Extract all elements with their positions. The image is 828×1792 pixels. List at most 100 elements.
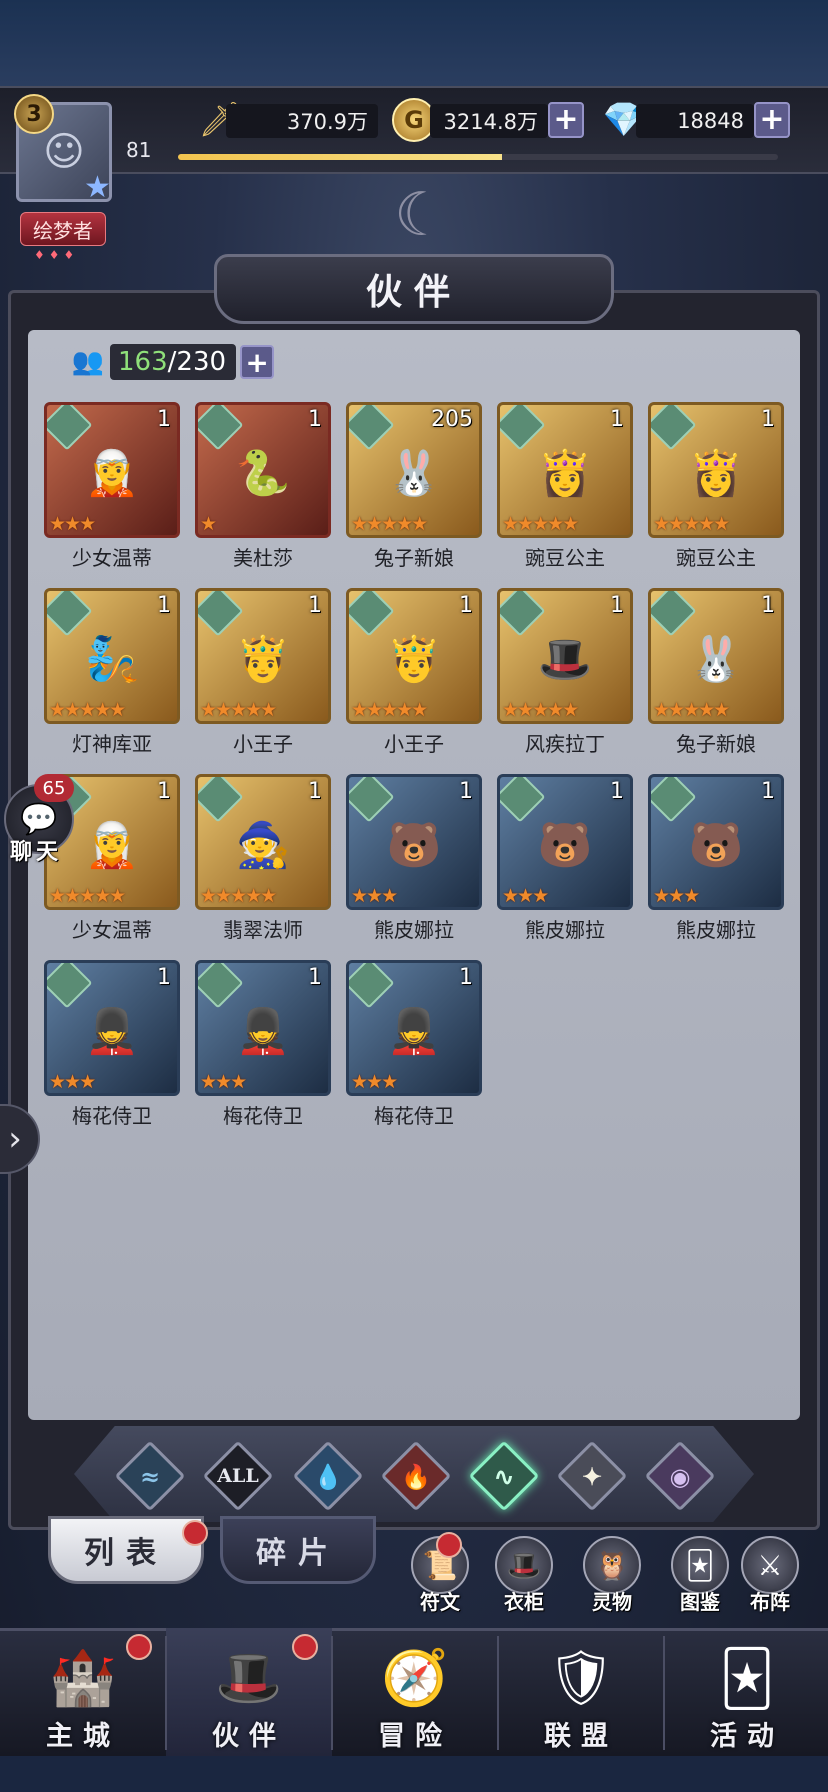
star-rating: ★★★ [351, 885, 398, 907]
partner-card[interactable]: 💂 1 ★★★ 梅花侍卫 [195, 960, 331, 1128]
partner-name: 熊皮娜拉 [374, 918, 454, 942]
nav-label: 冒险 [378, 1721, 452, 1752]
nav-separator [497, 1636, 499, 1750]
card-frame: 🎩 1 ★★★★★ [497, 588, 633, 724]
partner-card[interactable]: 🐻 1 ★★★ 熊皮娜拉 [648, 774, 784, 942]
partner-count: 👥 163/230 + [66, 342, 275, 382]
nav-shield[interactable]: 🛡 联盟 [498, 1628, 664, 1756]
player-rank-badge: 3 [14, 94, 54, 134]
partner-grid: 🧝 1 ★★★ 少女温蒂 🐍 1 ★ 美杜莎 🐰 205 ★★★★★ 兔子新娘 … [44, 402, 788, 1128]
light-star-icon: ✦ [581, 1461, 603, 1491]
partner-card[interactable]: 👸 1 ★★★★★ 豌豆公主 [648, 402, 784, 570]
partner-card[interactable]: 🧙 1 ★★★★★ 翡翠法师 [195, 774, 331, 942]
partner-portrait: 🤴 [386, 633, 442, 685]
filter-all-label: ALL [217, 1465, 259, 1487]
card-frame: 🐻 1 ★★★ [346, 774, 482, 910]
partner-name: 少女温蒂 [72, 546, 152, 570]
wind-icon: ∿ [493, 1461, 515, 1491]
partner-portrait: 🧙 [235, 819, 291, 871]
tool-wardrobe[interactable]: 🎩 衣柜 [484, 1536, 564, 1616]
partner-portrait: 🧝 [84, 819, 140, 871]
tool-formation[interactable]: ⚔ 布阵 [730, 1536, 810, 1616]
star-icon: ★ [84, 170, 111, 205]
filter-water[interactable]: 💧 [292, 1440, 364, 1512]
star-rating: ★★★★★ [351, 699, 428, 721]
partner-portrait: 🐻 [537, 819, 593, 871]
partner-portrait: 🐰 [386, 447, 442, 499]
partner-portrait: 🎩 [537, 633, 593, 685]
star-rating: ★★★★★ [653, 513, 730, 535]
card-frame: 🐍 1 ★ [195, 402, 331, 538]
star-rating: ★★★★★ [351, 513, 428, 535]
cards-icon: 🃏 [719, 1646, 775, 1710]
card-level: 1 [610, 593, 624, 618]
card-frame: 💂 1 ★★★ [346, 960, 482, 1096]
filter-all[interactable]: ALL [202, 1440, 274, 1512]
card-frame: 🤴 1 ★★★★★ [195, 588, 331, 724]
player-title-badge[interactable]: 绘梦者 [20, 212, 106, 246]
card-level: 1 [610, 407, 624, 432]
star-rating: ★★★ [49, 513, 96, 535]
tool-label: 衣柜 [504, 1590, 544, 1614]
partner-card[interactable]: 🧞 1 ★★★★★ 灯神库亚 [44, 588, 180, 756]
tool-codex[interactable]: 🃏 图鉴 [660, 1536, 740, 1616]
partner-portrait: 👸 [537, 447, 593, 499]
partner-card[interactable]: 🐍 1 ★ 美杜莎 [195, 402, 331, 570]
partner-count-separator: / [167, 347, 177, 377]
filter-dark[interactable]: ◉ [644, 1440, 716, 1512]
tab-list[interactable]: 列表 [48, 1516, 204, 1584]
partner-card[interactable]: 🎩 1 ★★★★★ 风疾拉丁 [497, 588, 633, 756]
partner-name: 小王子 [384, 732, 444, 756]
partner-name: 豌豆公主 [525, 546, 605, 570]
filter-fire[interactable]: 🔥 [380, 1440, 452, 1512]
partner-card[interactable]: 🧝 1 ★★★ 少女温蒂 [44, 402, 180, 570]
card-level: 1 [308, 407, 322, 432]
chevron-right-icon: › [8, 1119, 22, 1159]
partner-name: 风疾拉丁 [525, 732, 605, 756]
tool-label: 符文 [420, 1590, 460, 1614]
filter-water-wave[interactable]: ≈ [114, 1440, 186, 1512]
shield-icon: 🛡 [546, 1646, 616, 1709]
partner-portrait: 🐰 [688, 633, 744, 685]
add-diamond-button[interactable]: + [754, 102, 790, 138]
partner-card[interactable]: 🐰 1 ★★★★★ 兔子新娘 [648, 588, 784, 756]
nav-compass[interactable]: 🧭 冒险 [332, 1628, 498, 1756]
card-frame: 💂 1 ★★★ [195, 960, 331, 1096]
fire-icon: 🔥 [401, 1461, 431, 1491]
card-level: 1 [157, 965, 171, 990]
nav-label: 伙伴 [212, 1721, 286, 1752]
filter-light[interactable]: ✦ [556, 1440, 628, 1512]
partner-card[interactable]: 👸 1 ★★★★★ 豌豆公主 [497, 402, 633, 570]
card-level: 1 [157, 779, 171, 804]
card-level: 1 [459, 593, 473, 618]
partner-name: 小王子 [233, 732, 293, 756]
card-frame: 🐰 1 ★★★★★ [648, 588, 784, 724]
partner-card[interactable]: 🤴 1 ★★★★★ 小王子 [346, 588, 482, 756]
tab-fragments[interactable]: 碎片 [220, 1516, 376, 1584]
partner-card[interactable]: 💂 1 ★★★ 梅花侍卫 [346, 960, 482, 1128]
chat-unread-badge: 65 [34, 774, 74, 802]
star-rating: ★★★★★ [502, 513, 579, 535]
partner-notification-dot [292, 1634, 318, 1660]
expand-slots-button[interactable]: + [240, 345, 275, 379]
partner-portrait: 🤴 [235, 633, 291, 685]
add-gold-button[interactable]: + [548, 102, 584, 138]
partner-card[interactable]: 🐻 1 ★★★ 熊皮娜拉 [497, 774, 633, 942]
partner-portrait: 🐍 [235, 447, 291, 499]
power-value: 370.9万 [226, 104, 378, 138]
partner-hat-icon: 🎩 [215, 1646, 283, 1709]
filter-wind[interactable]: ∿ [468, 1440, 540, 1512]
card-frame: 🐻 1 ★★★ [497, 774, 633, 910]
partner-portrait: 💂 [235, 1005, 291, 1057]
partner-card[interactable]: 💂 1 ★★★ 梅花侍卫 [44, 960, 180, 1128]
chat-label: 聊天 [10, 840, 63, 865]
nav-cards[interactable]: 🃏 活动 [664, 1628, 828, 1756]
partner-card[interactable]: 🐻 1 ★★★ 熊皮娜拉 [346, 774, 482, 942]
partner-name: 灯神库亚 [72, 732, 152, 756]
partner-card[interactable]: 🐰 205 ★★★★★ 兔子新娘 [346, 402, 482, 570]
gold-value: 3214.8万 [430, 104, 548, 138]
rune-notification-dot [436, 1532, 462, 1558]
partner-card[interactable]: 🤴 1 ★★★★★ 小王子 [195, 588, 331, 756]
tool-label: 布阵 [750, 1590, 790, 1614]
tool-spirit[interactable]: 🦉 灵物 [572, 1536, 652, 1616]
